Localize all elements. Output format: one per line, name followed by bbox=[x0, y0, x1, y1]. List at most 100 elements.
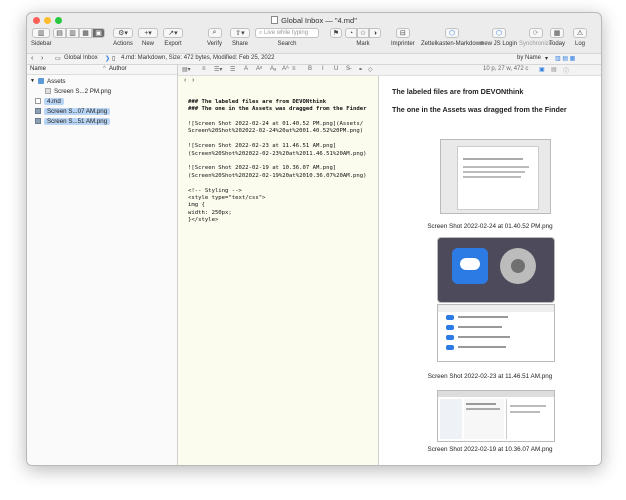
view-list-icon[interactable]: ▤ bbox=[53, 28, 66, 38]
zettelkasten-icon: ⬡ bbox=[445, 28, 460, 38]
preview-caption-1: Screen Shot 2022-02-24 at 01.40.52 PM.pn… bbox=[427, 223, 553, 230]
sidebar-toggle[interactable]: ▥ Sidebar bbox=[31, 28, 52, 47]
strikethrough-icon[interactable]: S̶ bbox=[346, 66, 350, 72]
log-button[interactable]: ⚠ Log bbox=[573, 28, 587, 47]
preview-format-bar: 10 p, 27 w, 472 c ▣ ▤ ⓘ bbox=[379, 65, 601, 76]
italic-icon[interactable]: I bbox=[322, 66, 324, 72]
view-segmented-control[interactable]: ▤ ▥ ▦ ▣ bbox=[53, 28, 105, 38]
image-file-icon bbox=[35, 108, 41, 114]
sync-icon: ⟳ bbox=[528, 28, 543, 38]
align-icon[interactable]: ≡ bbox=[202, 66, 206, 72]
markdown-preview: 10 p, 27 w, 472 c ▣ ▤ ⓘ The labeled file… bbox=[379, 65, 601, 465]
view-columns-icon[interactable]: ▥ bbox=[66, 28, 79, 38]
sort-selector[interactable]: by Name bbox=[517, 55, 541, 61]
search-label: Search bbox=[277, 41, 297, 47]
document-format-icon[interactable]: ▤▾ bbox=[182, 66, 191, 73]
imprinter-button[interactable]: ⊟ Imprinter bbox=[391, 28, 415, 47]
today-button[interactable]: ▦ Today bbox=[549, 28, 565, 47]
imprinter-icon: ⊟ bbox=[395, 28, 410, 38]
editor-back-icon[interactable]: ‹ bbox=[184, 77, 186, 84]
list-item-label: Assets bbox=[46, 77, 66, 85]
export-button[interactable]: ↗▾ Export bbox=[163, 28, 183, 47]
sort-indicator-icon: ^ bbox=[103, 66, 106, 72]
preview-caption-2: Screen Shot 2022-02-23 at 11.46.51 AM.pn… bbox=[427, 373, 553, 380]
verify-button[interactable]: ⌕ Verify bbox=[207, 28, 222, 47]
verify-icon: ⌕ bbox=[207, 28, 222, 38]
gear-icon: ⚙▾ bbox=[113, 28, 133, 38]
imprinter-label: Imprinter bbox=[391, 41, 415, 47]
mark-label: Mark bbox=[356, 41, 370, 47]
disclosure-triangle-icon[interactable]: ▼ bbox=[30, 78, 35, 84]
list-column-header: Name Author ^ bbox=[27, 65, 177, 75]
share-icon: ⇧▾ bbox=[230, 28, 250, 38]
sidebar-icon: ▥ bbox=[32, 28, 51, 38]
label-icon[interactable]: ◔ bbox=[345, 28, 357, 38]
sidebar-label: Sidebar bbox=[31, 41, 52, 47]
preview-caption-3: Screen Shot 2022-02-19 at 10.36.07 AM.pn… bbox=[427, 446, 553, 453]
markdown-editor[interactable]: ▤▾ ≡ ☰▾ ☰ A Aᵃ Aₐ Aᴬ ≡ B I U S̶ ⚭ ◇ ‹ › … bbox=[178, 65, 379, 465]
breadcrumb-separator-icon: ❯ bbox=[105, 56, 111, 62]
list-item-screenshot-07am[interactable]: Screen S...07 AM.png bbox=[35, 107, 111, 115]
item-list-pane: Name Author ^ ▼ Assets Screen S...2 PM.p… bbox=[27, 65, 178, 465]
highlight-icon[interactable]: ◇ bbox=[368, 66, 373, 73]
column-author[interactable]: Author bbox=[109, 66, 127, 72]
list-item-screenshot-51am[interactable]: Screen S...51 AM.png bbox=[35, 117, 111, 125]
actions-button[interactable]: ⚙▾ Actions bbox=[113, 28, 133, 47]
stats-readout: 10 p, 27 w, 472 c bbox=[483, 66, 529, 72]
layout-icon[interactable]: ▥ ▤ ▦ bbox=[555, 55, 575, 62]
back-icon[interactable]: ‹ bbox=[31, 55, 33, 62]
list-item-screenshot-pm[interactable]: Screen S...2 PM.png bbox=[45, 87, 111, 95]
preview-info-icon[interactable]: ⓘ bbox=[563, 66, 569, 75]
editor-nav: ‹ › bbox=[178, 76, 378, 86]
font-style-icon[interactable]: Aᵃ bbox=[256, 66, 262, 72]
font-larger-icon[interactable]: Aᴬ bbox=[282, 66, 289, 72]
js-login-button[interactable]: ⬡ new JS Login bbox=[481, 28, 517, 47]
list-item-label: Screen S...07 AM.png bbox=[44, 107, 111, 115]
font-smaller-icon[interactable]: Aₐ bbox=[270, 66, 276, 72]
plus-icon: +▾ bbox=[138, 28, 158, 38]
search-input[interactable]: ⌕ Live while typing bbox=[255, 28, 319, 38]
log-label: Log bbox=[574, 41, 585, 47]
preview-split-icon[interactable]: ▤ bbox=[551, 66, 557, 73]
list-item-4md[interactable]: 4.md bbox=[35, 97, 64, 105]
search-control: ⌕ Live while typing Search bbox=[255, 28, 319, 47]
font-size-icon[interactable]: A bbox=[244, 66, 248, 72]
view-split-icon[interactable]: ▦ bbox=[79, 28, 92, 38]
list-format-icon[interactable]: ☰▾ bbox=[214, 66, 222, 73]
list-item-assets[interactable]: ▼ Assets bbox=[30, 77, 66, 85]
share-button[interactable]: ⇧▾ Share bbox=[230, 28, 250, 47]
preview-image-3 bbox=[437, 390, 555, 442]
star-icon[interactable]: ☆ bbox=[357, 28, 369, 38]
list-item-label: 4.md bbox=[44, 97, 64, 105]
link-icon[interactable]: ⚭ bbox=[358, 66, 363, 73]
list-icon[interactable]: ☰ bbox=[230, 66, 235, 73]
bold-icon[interactable]: B bbox=[308, 66, 312, 72]
editor-forward-icon[interactable]: › bbox=[192, 77, 194, 84]
breadcrumb-location[interactable]: Global Inbox bbox=[64, 55, 98, 61]
new-label: New bbox=[141, 41, 154, 47]
flag-button[interactable]: ⚑ bbox=[330, 28, 342, 38]
image-file-icon bbox=[45, 88, 51, 94]
view-document-icon[interactable]: ▣ bbox=[92, 28, 105, 38]
text-color-icon[interactable]: ≡ bbox=[292, 66, 296, 72]
list-item-label: Screen S...2 PM.png bbox=[54, 87, 112, 95]
folder-icon bbox=[37, 78, 44, 84]
synchronize-button[interactable]: ⟳ Synchronize bbox=[519, 28, 552, 47]
new-button[interactable]: +▾ New bbox=[138, 28, 158, 47]
preview-mode-icon[interactable]: ▣ bbox=[539, 66, 545, 73]
read-icon[interactable]: ◑ bbox=[369, 28, 381, 38]
mark-button[interactable]: ◔ ☆ ◑ Mark bbox=[345, 28, 381, 47]
forward-icon[interactable]: › bbox=[41, 55, 43, 62]
file-icon: ▯ bbox=[112, 56, 116, 62]
today-label: Today bbox=[549, 41, 566, 47]
zettelkasten-button[interactable]: ⬡ Zettelkasten-Markdown bbox=[421, 28, 483, 47]
log-icon: ⚠ bbox=[573, 28, 587, 38]
preview-image-2 bbox=[437, 237, 555, 303]
column-name[interactable]: Name bbox=[30, 66, 46, 72]
synchronize-label: Synchronize bbox=[519, 41, 553, 47]
mark-buttons: ◔ ☆ ◑ bbox=[345, 28, 381, 38]
editor-heading-text: ### The labeled files are from DEVONthin… bbox=[188, 99, 367, 113]
share-label: Share bbox=[231, 41, 248, 47]
underline-icon[interactable]: U bbox=[334, 66, 338, 72]
view-buttons: ▤ ▥ ▦ ▣ bbox=[53, 28, 105, 38]
